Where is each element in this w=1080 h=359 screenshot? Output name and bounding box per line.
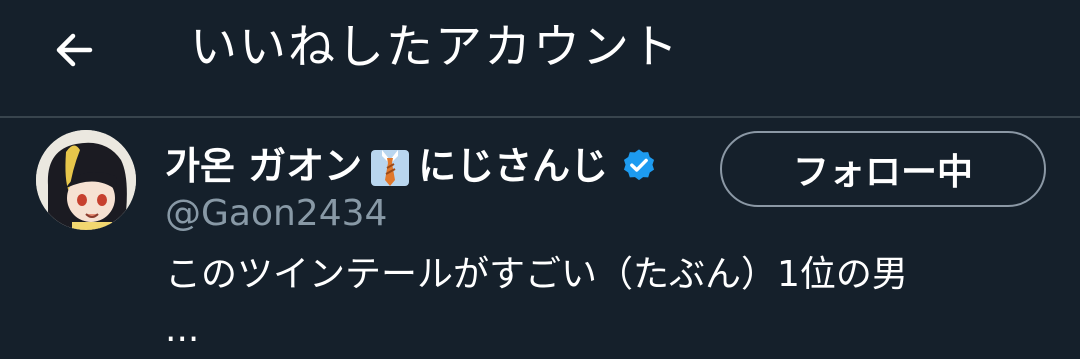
user-bio: このツインテールがすごい（たぶん）1位の男 [165,254,908,295]
user-name-suffix[interactable]: にじさんじ [418,142,608,190]
page-title: いいねしたアカウント [190,20,680,75]
avatar[interactable] [36,130,136,230]
necktie-shirt-emoji [368,144,412,188]
avatar-image [36,130,136,230]
following-button[interactable]: フォロー中 [720,131,1046,207]
user-name-prefix[interactable]: 가온 ガオン [165,142,362,190]
arrow-left-icon [56,33,93,67]
back-button[interactable] [46,22,102,78]
user-handle: @Gaon2434 [165,193,388,234]
bio-ellipsis: ... [165,309,200,350]
top-bar: いいねしたアカウント [0,0,1080,118]
user-list-item[interactable]: 가온 ガオン にじさんじ @Gaon2434 フォロー中 このツインテールがすご… [0,120,1080,359]
user-name-line: 가온 ガオン にじさんじ [165,140,658,192]
verified-badge-icon [620,147,658,185]
